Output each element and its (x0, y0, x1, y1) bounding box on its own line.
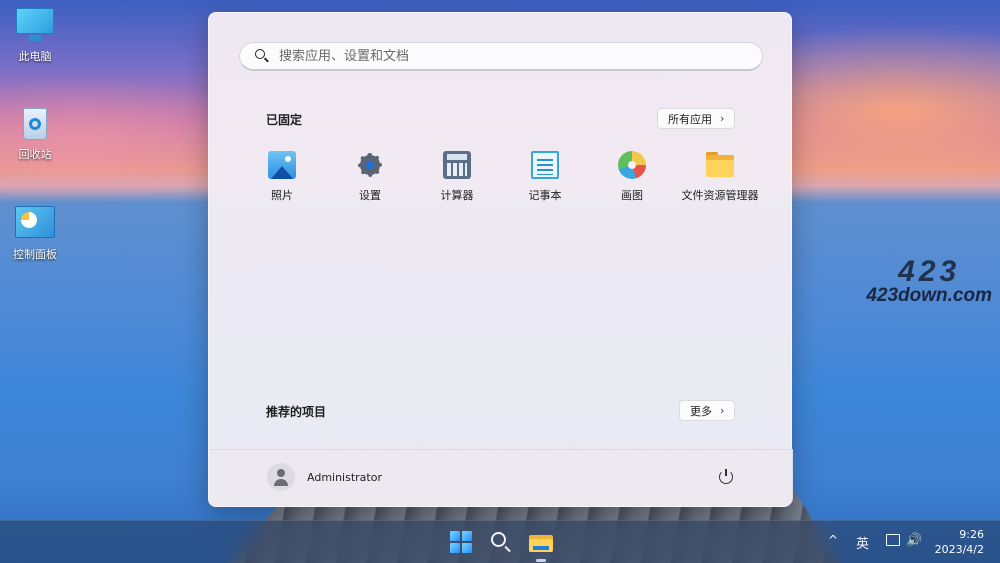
desktop-icon-recycle-bin[interactable]: 回收站 (0, 104, 70, 162)
pinned-app-label: 设置 (359, 189, 381, 202)
more-label: 更多 (690, 404, 712, 418)
pinned-app-photos[interactable]: 照片 (238, 151, 326, 203)
running-app-indicator (536, 559, 546, 562)
power-button[interactable] (719, 469, 734, 484)
all-apps-label: 所有应用 (668, 112, 712, 126)
input-method-indicator[interactable]: 英 (856, 533, 869, 552)
user-avatar-icon (267, 463, 295, 491)
pinned-apps-grid: 照片 设置 计算器 记事本 画图 文件资源管理器 (245, 151, 765, 211)
pinned-app-label: 记事本 (528, 189, 562, 202)
clock-date: 2023/4/2 (934, 543, 984, 556)
clock-button[interactable]: 9:26 2023/4/2 (935, 527, 984, 557)
paint-palette-icon (618, 151, 646, 179)
pinned-app-paint[interactable]: 画图 (588, 151, 676, 203)
pinned-app-settings[interactable]: 设置 (326, 151, 414, 203)
more-recommended-button[interactable]: 更多 › (679, 400, 736, 421)
start-search-box[interactable] (239, 42, 763, 71)
desktop-icon-label: 此电脑 (18, 50, 52, 63)
calculator-icon (443, 151, 471, 179)
pinned-app-file-explorer[interactable]: 文件资源管理器 (670, 151, 770, 203)
pinned-section-title: 已固定 (266, 113, 303, 127)
user-name: Administrator (307, 470, 382, 484)
desktop-icon-this-pc[interactable]: 此电脑 (0, 6, 70, 64)
desktop-icon-label: 回收站 (18, 148, 52, 161)
desktop-icon-label: 控制面板 (13, 248, 57, 261)
user-account-button[interactable]: Administrator (267, 463, 382, 491)
recommended-section-title: 推荐的项目 (266, 405, 327, 419)
watermark-line1: 423 (898, 255, 961, 288)
photos-icon (268, 151, 296, 179)
this-pc-icon (13, 6, 57, 44)
network-icon[interactable] (886, 534, 900, 546)
chevron-right-icon: › (720, 404, 725, 417)
clock-time: 9:26 (959, 528, 984, 541)
pinned-app-notepad[interactable]: 记事本 (501, 151, 589, 203)
volume-icon[interactable]: 🔊 (906, 533, 922, 548)
start-menu: 已固定 所有应用 › 照片 设置 计算器 记事本 画图 文件资源管理器 推荐 (208, 12, 793, 507)
pinned-app-label: 照片 (271, 189, 293, 202)
settings-gear-icon (356, 151, 384, 179)
show-hidden-icons-chevron-icon[interactable]: ^ (828, 533, 838, 547)
start-search-input[interactable] (279, 48, 739, 64)
pinned-app-label: 计算器 (440, 189, 474, 202)
start-button[interactable] (448, 529, 476, 557)
file-explorer-folder-icon (706, 151, 734, 179)
pinned-app-calculator[interactable]: 计算器 (413, 151, 501, 203)
watermark-line2: 423down.com (866, 285, 992, 306)
all-apps-button[interactable]: 所有应用 › (657, 108, 736, 129)
chevron-right-icon: › (720, 112, 725, 125)
start-menu-footer: Administrator (209, 449, 793, 506)
control-panel-icon (13, 204, 57, 242)
desktop-icon-control-panel[interactable]: 控制面板 (0, 204, 70, 262)
search-icon (255, 49, 269, 63)
recycle-bin-icon (13, 104, 57, 142)
taskbar-search-button[interactable] (488, 529, 516, 557)
pinned-app-label: 文件资源管理器 (681, 189, 759, 202)
notepad-icon (531, 151, 559, 179)
watermark-logo: 423 423down.com (866, 255, 992, 306)
taskbar: ^ 英 🔊 9:26 2023/4/2 (0, 520, 1000, 563)
taskbar-file-explorer-button[interactable] (527, 529, 555, 557)
pinned-app-label: 画图 (621, 189, 643, 202)
